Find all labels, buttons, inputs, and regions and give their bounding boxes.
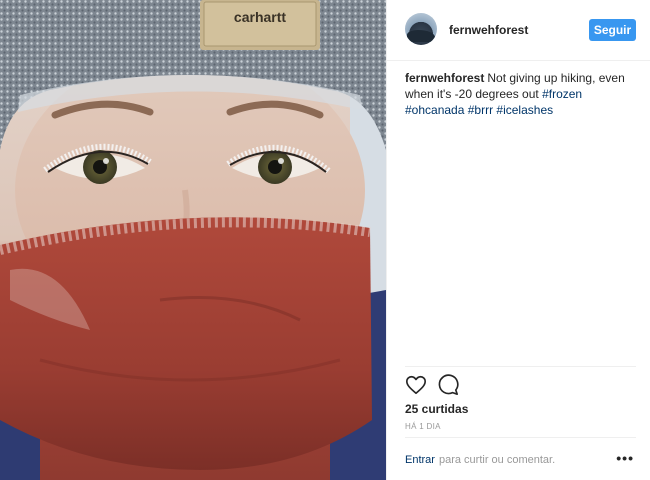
login-prompt: Entrar para curtir ou comentar. <box>405 454 555 466</box>
selfie-illustration: carhartt <box>0 0 386 480</box>
caption-author[interactable]: fernwehforest <box>405 71 484 85</box>
footer-divider <box>405 437 636 438</box>
post-header: fernwehforest Seguir <box>387 0 650 61</box>
post-caption: fernwehforest Not giving up hiking, even … <box>405 70 631 118</box>
hashtag-ohcanada[interactable]: #ohcanada <box>405 103 464 117</box>
hashtag-icelashes[interactable]: #icelashes <box>496 103 553 117</box>
heart-icon[interactable] <box>405 374 427 396</box>
beanie-label: carhartt <box>234 9 286 25</box>
follow-button[interactable]: Seguir <box>589 19 636 41</box>
login-prompt-text: para curtir ou comentar. <box>438 454 556 466</box>
likes-count[interactable]: 25 curtidas <box>405 402 468 416</box>
scarf <box>0 217 372 470</box>
hashtag-brrr[interactable]: #brrr <box>468 103 493 117</box>
actions-divider <box>405 366 636 368</box>
more-options-icon[interactable]: ••• <box>616 451 634 465</box>
post-side-panel: fernwehforest Seguir fernwehforest Not gi… <box>386 0 650 480</box>
post-photo[interactable]: carhartt <box>0 0 386 480</box>
post-timestamp[interactable]: HÁ 1 DIA <box>405 422 441 431</box>
instagram-post: carhartt fernwehforest Seguir fernwehfor… <box>0 0 650 480</box>
login-link[interactable]: Entrar <box>405 454 435 466</box>
hashtag-frozen[interactable]: #frozen <box>542 87 582 101</box>
avatar[interactable] <box>405 13 437 45</box>
header-username[interactable]: fernwehforest <box>449 23 528 37</box>
comment-icon[interactable] <box>437 374 459 396</box>
